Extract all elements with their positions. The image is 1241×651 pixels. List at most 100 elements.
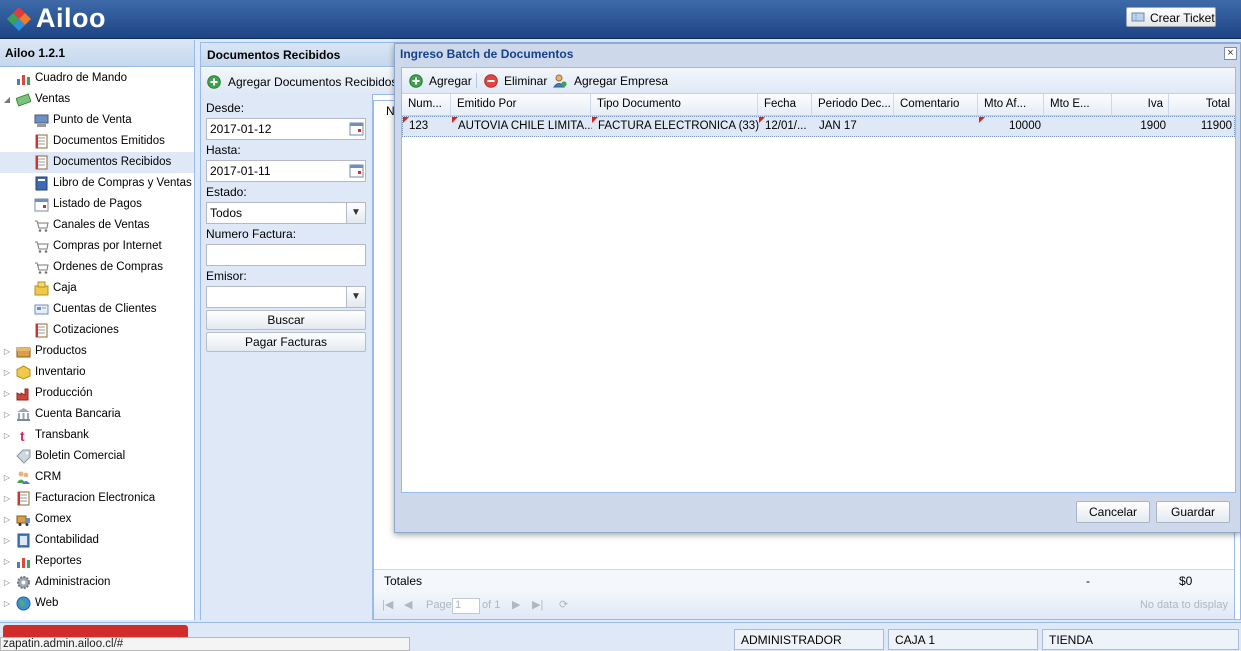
sidebar-item-label: Compras por Internet xyxy=(53,240,162,252)
emisor-select[interactable]: ▼ xyxy=(206,286,366,308)
document-icon xyxy=(35,323,48,338)
sidebar-item-compras-por-internet[interactable]: Compras por Internet xyxy=(0,236,194,257)
collapse-arrow-icon[interactable]: ▷ xyxy=(2,362,12,383)
sidebar-item-transbank[interactable]: ▷ t Transbank xyxy=(0,425,194,446)
sidebar-item-contabilidad[interactable]: ▷ Contabilidad xyxy=(0,530,194,551)
sidebar-item-label: Canales de Ventas xyxy=(53,219,150,231)
sidebar-item-punto-de-venta[interactable]: Punto de Venta xyxy=(0,110,194,131)
save-button[interactable]: Guardar xyxy=(1156,501,1230,523)
collapse-arrow-icon[interactable]: ▷ xyxy=(2,593,12,614)
sidebar-item-web[interactable]: ▷ Web xyxy=(0,593,194,614)
cell-emitido-por[interactable]: AUTOVIA CHILE LIMITA... xyxy=(452,117,592,136)
agregar-documentos-label: Agregar Documentos Recibidos xyxy=(228,75,398,89)
cancel-button[interactable]: Cancelar xyxy=(1076,501,1150,523)
hasta-date-field[interactable]: 2017-01-11 xyxy=(206,160,366,182)
sidebar-item-facturacion-electronica[interactable]: ▷ Facturacion Electronica xyxy=(0,488,194,509)
sidebar-item-label: Ventas xyxy=(35,93,71,105)
sidebar-item-caja[interactable]: Caja xyxy=(0,278,194,299)
sidebar-item-productos[interactable]: ▷ Productos xyxy=(0,341,194,362)
buscar-button[interactable]: Buscar xyxy=(206,310,366,330)
next-page-icon[interactable]: ▶ xyxy=(512,592,520,619)
cart-icon xyxy=(35,241,49,253)
column-header-tipo-documento[interactable]: Tipo Documento xyxy=(591,94,758,115)
collapse-arrow-icon[interactable]: ▷ xyxy=(2,341,12,362)
cell-periodo[interactable]: JAN 17 xyxy=(813,117,895,136)
column-header-num[interactable]: Num... xyxy=(402,94,451,115)
totals-row: Totales - $0 xyxy=(374,569,1234,592)
column-header-mto-exento[interactable]: Mto E... xyxy=(1044,94,1112,115)
sidebar-item-label: Transbank xyxy=(35,429,89,441)
first-page-icon[interactable]: |◀ xyxy=(382,592,393,619)
collapse-arrow-icon[interactable]: ▷ xyxy=(2,509,12,530)
sidebar-item-label: Cuadro de Mando xyxy=(35,72,128,84)
sidebar-item-comex[interactable]: ▷ Comex xyxy=(0,509,194,530)
desde-date-field[interactable]: 2017-01-12 xyxy=(206,118,366,140)
sidebar-item-cuentas-de-clientes[interactable]: Cuentas de Clientes xyxy=(0,299,194,320)
collapse-arrow-icon[interactable]: ▷ xyxy=(2,572,12,593)
expand-arrow-icon[interactable]: ◢ xyxy=(2,89,12,110)
sidebar-item-documentos-recibidos[interactable]: Documentos Recibidos xyxy=(0,152,194,173)
sidebar-item-boletin-comercial[interactable]: Boletin Comercial xyxy=(0,446,194,467)
sidebar-item-ventas[interactable]: ◢ Ventas xyxy=(0,89,194,110)
cell-total[interactable]: 11900 xyxy=(1170,117,1236,136)
sidebar-item-documentos-emitidos[interactable]: Documentos Emitidos xyxy=(0,131,194,152)
cell-iva[interactable]: 1900 xyxy=(1113,117,1170,136)
collapse-arrow-icon[interactable]: ▷ xyxy=(2,467,12,488)
sidebar-item-crm[interactable]: ▷ CRM xyxy=(0,467,194,488)
sidebar-item-ordenes-de-compras[interactable]: Ordenes de Compras xyxy=(0,257,194,278)
collapse-arrow-icon[interactable]: ▷ xyxy=(2,551,12,572)
cell-num[interactable]: 123 xyxy=(403,117,452,136)
no-data-label: No data to display xyxy=(1139,599,1228,611)
calendar-icon[interactable] xyxy=(349,163,364,178)
column-header-mto-afecto[interactable]: Mto Af... xyxy=(978,94,1044,115)
chevron-down-icon[interactable]: ▼ xyxy=(346,203,365,223)
collapse-arrow-icon[interactable]: ▷ xyxy=(2,488,12,509)
prev-page-icon[interactable]: ◀ xyxy=(404,592,412,619)
cash-icon xyxy=(34,281,49,296)
desde-value: 2017-01-12 xyxy=(210,122,272,136)
pagar-facturas-button[interactable]: Pagar Facturas xyxy=(206,332,366,352)
sidebar-item-administracion[interactable]: ▷ Administracion xyxy=(0,572,194,593)
sidebar-item-libro-de-compras-y-ventas[interactable]: Libro de Compras y Ventas xyxy=(0,173,194,194)
estado-select[interactable]: Todos ▼ xyxy=(206,202,366,224)
numero-factura-input[interactable] xyxy=(206,244,366,266)
sidebar-item-produccion[interactable]: ▷ Producción xyxy=(0,383,194,404)
column-header-comentario[interactable]: Comentario xyxy=(894,94,978,115)
column-header-periodo[interactable]: Periodo Dec... xyxy=(812,94,894,115)
page-label: Page xyxy=(426,599,452,611)
calendar-icon[interactable] xyxy=(349,121,364,136)
refresh-icon[interactable]: ⟳ xyxy=(559,592,568,619)
app-header: Ailoo Crear Ticket xyxy=(0,0,1241,39)
page-number-input[interactable]: 1 xyxy=(452,598,480,614)
sidebar-item-label: CRM xyxy=(35,471,62,483)
column-header-total[interactable]: Total xyxy=(1169,94,1235,115)
collapse-arrow-icon[interactable]: ▷ xyxy=(2,530,12,551)
cell-comentario[interactable] xyxy=(895,117,979,136)
gear-icon xyxy=(17,576,30,589)
last-page-icon[interactable]: ▶| xyxy=(532,592,543,619)
column-header-iva[interactable]: Iva xyxy=(1112,94,1169,115)
cell-mto-afecto[interactable]: 10000 xyxy=(979,117,1045,136)
sidebar-item-listado-de-pagos[interactable]: Listado de Pagos xyxy=(0,194,194,215)
collapse-arrow-icon[interactable]: ▷ xyxy=(2,383,12,404)
cell-tipo-documento-value: FACTURA ELECTRONICA (33) xyxy=(598,120,759,132)
toolbar-separator xyxy=(476,73,477,88)
collapse-arrow-icon[interactable]: ▷ xyxy=(2,404,12,425)
cell-fecha[interactable]: 12/01/... xyxy=(759,117,813,136)
column-header-fecha[interactable]: Fecha xyxy=(758,94,812,115)
sidebar-item-label: Producción xyxy=(35,387,93,399)
cell-tipo-documento[interactable]: FACTURA ELECTRONICA (33) xyxy=(592,117,759,136)
column-header-emitido-por[interactable]: Emitido Por xyxy=(451,94,591,115)
chevron-down-icon[interactable]: ▼ xyxy=(346,287,365,307)
sidebar-item-inventario[interactable]: ▷ Inventario xyxy=(0,362,194,383)
sidebar-item-reportes[interactable]: ▷ Reportes xyxy=(0,551,194,572)
sidebar-item-cuadro-de-mando[interactable]: Cuadro de Mando xyxy=(0,68,194,89)
crear-ticket-button[interactable]: Crear Ticket xyxy=(1126,7,1216,27)
close-icon[interactable]: × xyxy=(1224,47,1237,60)
table-row[interactable]: 123 AUTOVIA CHILE LIMITA... FACTURA ELEC… xyxy=(402,116,1235,137)
collapse-arrow-icon[interactable]: ▷ xyxy=(2,425,12,446)
sidebar-item-cotizaciones[interactable]: Cotizaciones xyxy=(0,320,194,341)
cell-mto-exento[interactable] xyxy=(1045,117,1113,136)
sidebar-item-cuenta-bancaria[interactable]: ▷ Cuenta Bancaria xyxy=(0,404,194,425)
sidebar-item-canales-de-ventas[interactable]: Canales de Ventas xyxy=(0,215,194,236)
